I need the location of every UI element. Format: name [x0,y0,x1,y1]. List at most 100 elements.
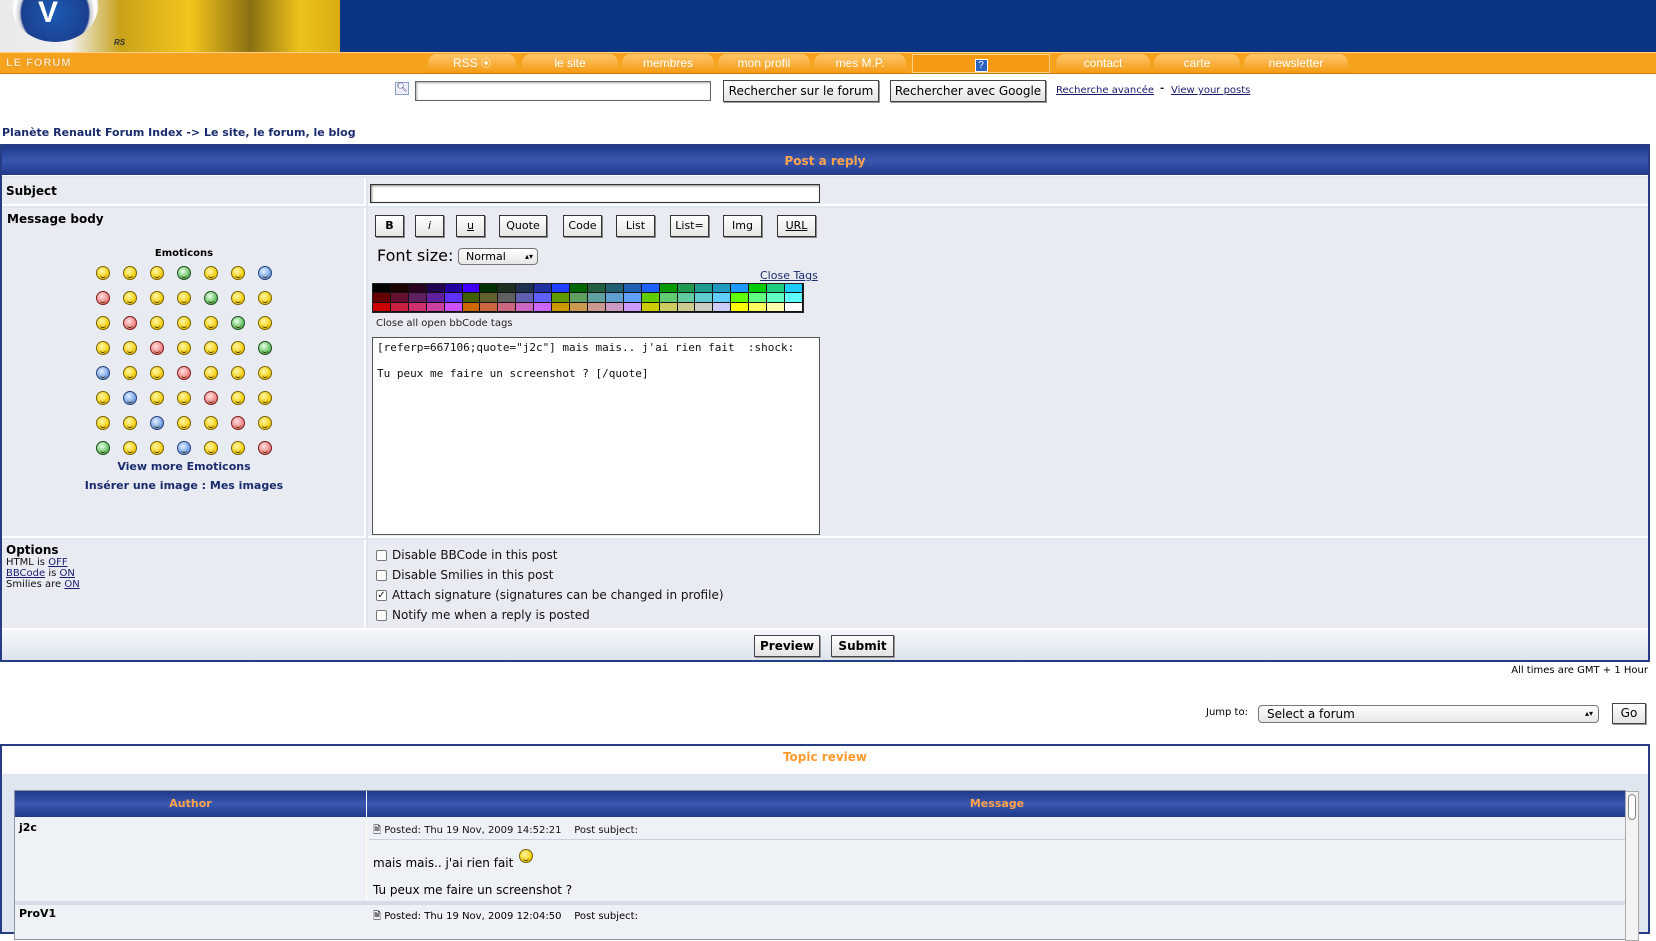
color-swatch[interactable] [713,284,732,294]
color-swatch[interactable] [731,284,750,294]
breadcrumb-forum-link[interactable]: Le site, le forum, le blog [204,126,356,139]
emoticon-icon[interactable] [204,391,218,405]
smilies-status-value[interactable]: ON [64,579,79,590]
color-swatch[interactable] [623,302,642,312]
nav-tab-membres[interactable]: membres [622,54,714,73]
color-swatch[interactable] [390,284,409,294]
emoticon-icon[interactable] [96,366,110,380]
html-status-value[interactable]: OFF [48,557,67,568]
emoticon-icon[interactable] [258,391,272,405]
close-tags-link[interactable]: Close Tags [760,269,818,282]
emoticon-icon[interactable] [177,266,191,280]
emoticon-icon[interactable] [150,391,164,405]
color-swatch[interactable] [480,284,499,294]
color-swatch[interactable] [426,284,445,294]
option-attach-signature[interactable]: ✓ Attach signature (signatures can be cha… [376,588,724,602]
color-swatch[interactable] [570,284,588,294]
emoticon-icon[interactable] [123,316,137,330]
nav-tab-contact[interactable]: contact [1056,54,1150,73]
color-swatch[interactable] [677,302,696,312]
search-google-button[interactable]: Rechercher avec Google [890,80,1046,102]
emoticon-icon[interactable] [231,341,245,355]
color-swatch[interactable] [605,293,624,303]
color-swatch[interactable] [444,293,463,303]
color-swatch[interactable] [426,293,445,303]
emoticon-icon[interactable] [123,266,137,280]
color-swatch[interactable] [408,293,427,303]
emoticon-icon[interactable] [258,291,272,305]
checkbox[interactable] [376,570,387,581]
emoticon-icon[interactable] [123,416,137,430]
color-swatch[interactable] [498,293,517,303]
bold-button[interactable]: B [375,215,404,237]
emoticon-icon[interactable] [150,416,164,430]
view-your-posts-link[interactable]: View your posts [1171,85,1250,96]
nav-tab-help[interactable]: ? [912,54,1050,73]
site-logo-banner[interactable]: V RS [0,0,340,52]
color-swatch[interactable] [659,302,678,312]
color-swatch[interactable] [390,302,409,312]
nav-tab-newsletter[interactable]: newsletter [1244,54,1348,73]
emoticon-icon[interactable] [258,416,272,430]
emoticon-icon[interactable] [96,316,110,330]
underline-button[interactable]: u [456,215,485,237]
emoticon-icon[interactable] [150,341,164,355]
color-swatch[interactable] [390,293,409,303]
color-swatch[interactable] [552,302,571,312]
emoticon-icon[interactable] [123,366,137,380]
color-swatch[interactable] [767,284,786,294]
color-swatch[interactable] [587,284,606,294]
emoticon-icon[interactable] [96,391,110,405]
option-disable-smilies[interactable]: Disable Smilies in this post [376,568,553,582]
color-swatch[interactable] [408,302,427,312]
color-swatch[interactable] [623,284,642,294]
emoticon-icon[interactable] [150,441,164,455]
emoticon-icon[interactable] [123,391,137,405]
color-swatch[interactable] [480,293,499,303]
color-swatch[interactable] [462,293,481,303]
color-palette[interactable] [372,283,804,313]
breadcrumb-index-link[interactable]: Planète Renault Forum Index [2,126,183,139]
color-swatch[interactable] [785,293,803,303]
emoticon-icon[interactable] [231,391,245,405]
emoticon-icon[interactable] [231,266,245,280]
emoticon-icon[interactable] [177,391,191,405]
color-swatch[interactable] [623,293,642,303]
italic-button[interactable]: i [415,215,444,237]
emoticon-icon[interactable] [204,266,218,280]
emoticon-icon[interactable] [231,316,245,330]
url-button[interactable]: URL [777,215,816,237]
color-swatch[interactable] [641,302,660,312]
my-images-link[interactable]: Mes images [210,479,283,492]
checkbox[interactable] [376,610,387,621]
search-forum-button[interactable]: Rechercher sur le forum [723,80,879,102]
emoticon-icon[interactable] [177,366,191,380]
preview-button[interactable]: Preview [754,635,820,657]
img-button[interactable]: Img [723,215,762,237]
emoticon-icon[interactable] [231,441,245,455]
color-swatch[interactable] [516,293,535,303]
color-swatch[interactable] [498,284,517,294]
bbcode-status-key[interactable]: BBCode [6,568,45,579]
emoticon-icon[interactable] [96,441,110,455]
option-disable-bbcode[interactable]: Disable BBCode in this post [376,548,558,562]
color-swatch[interactable] [534,293,553,303]
color-swatch[interactable] [462,302,481,312]
color-swatch[interactable] [534,284,553,294]
list-numbered-button[interactable]: List= [670,215,709,237]
emoticon-icon[interactable] [177,416,191,430]
color-swatch[interactable] [695,302,714,312]
nav-tab-mes-mp[interactable]: mes M.P. [814,54,906,73]
emoticon-icon[interactable] [123,341,137,355]
color-swatch[interactable] [373,302,391,312]
checkbox-checked[interactable]: ✓ [376,590,387,601]
list-button[interactable]: List [616,215,655,237]
color-swatch[interactable] [785,284,803,294]
emoticon-icon[interactable] [258,441,272,455]
emoticon-icon[interactable] [204,291,218,305]
view-more-emoticons-link[interactable]: View more Emoticons [2,460,366,473]
emoticon-icon[interactable] [231,366,245,380]
emoticon-icon[interactable] [150,316,164,330]
emoticon-icon[interactable] [177,441,191,455]
color-swatch[interactable] [659,293,678,303]
